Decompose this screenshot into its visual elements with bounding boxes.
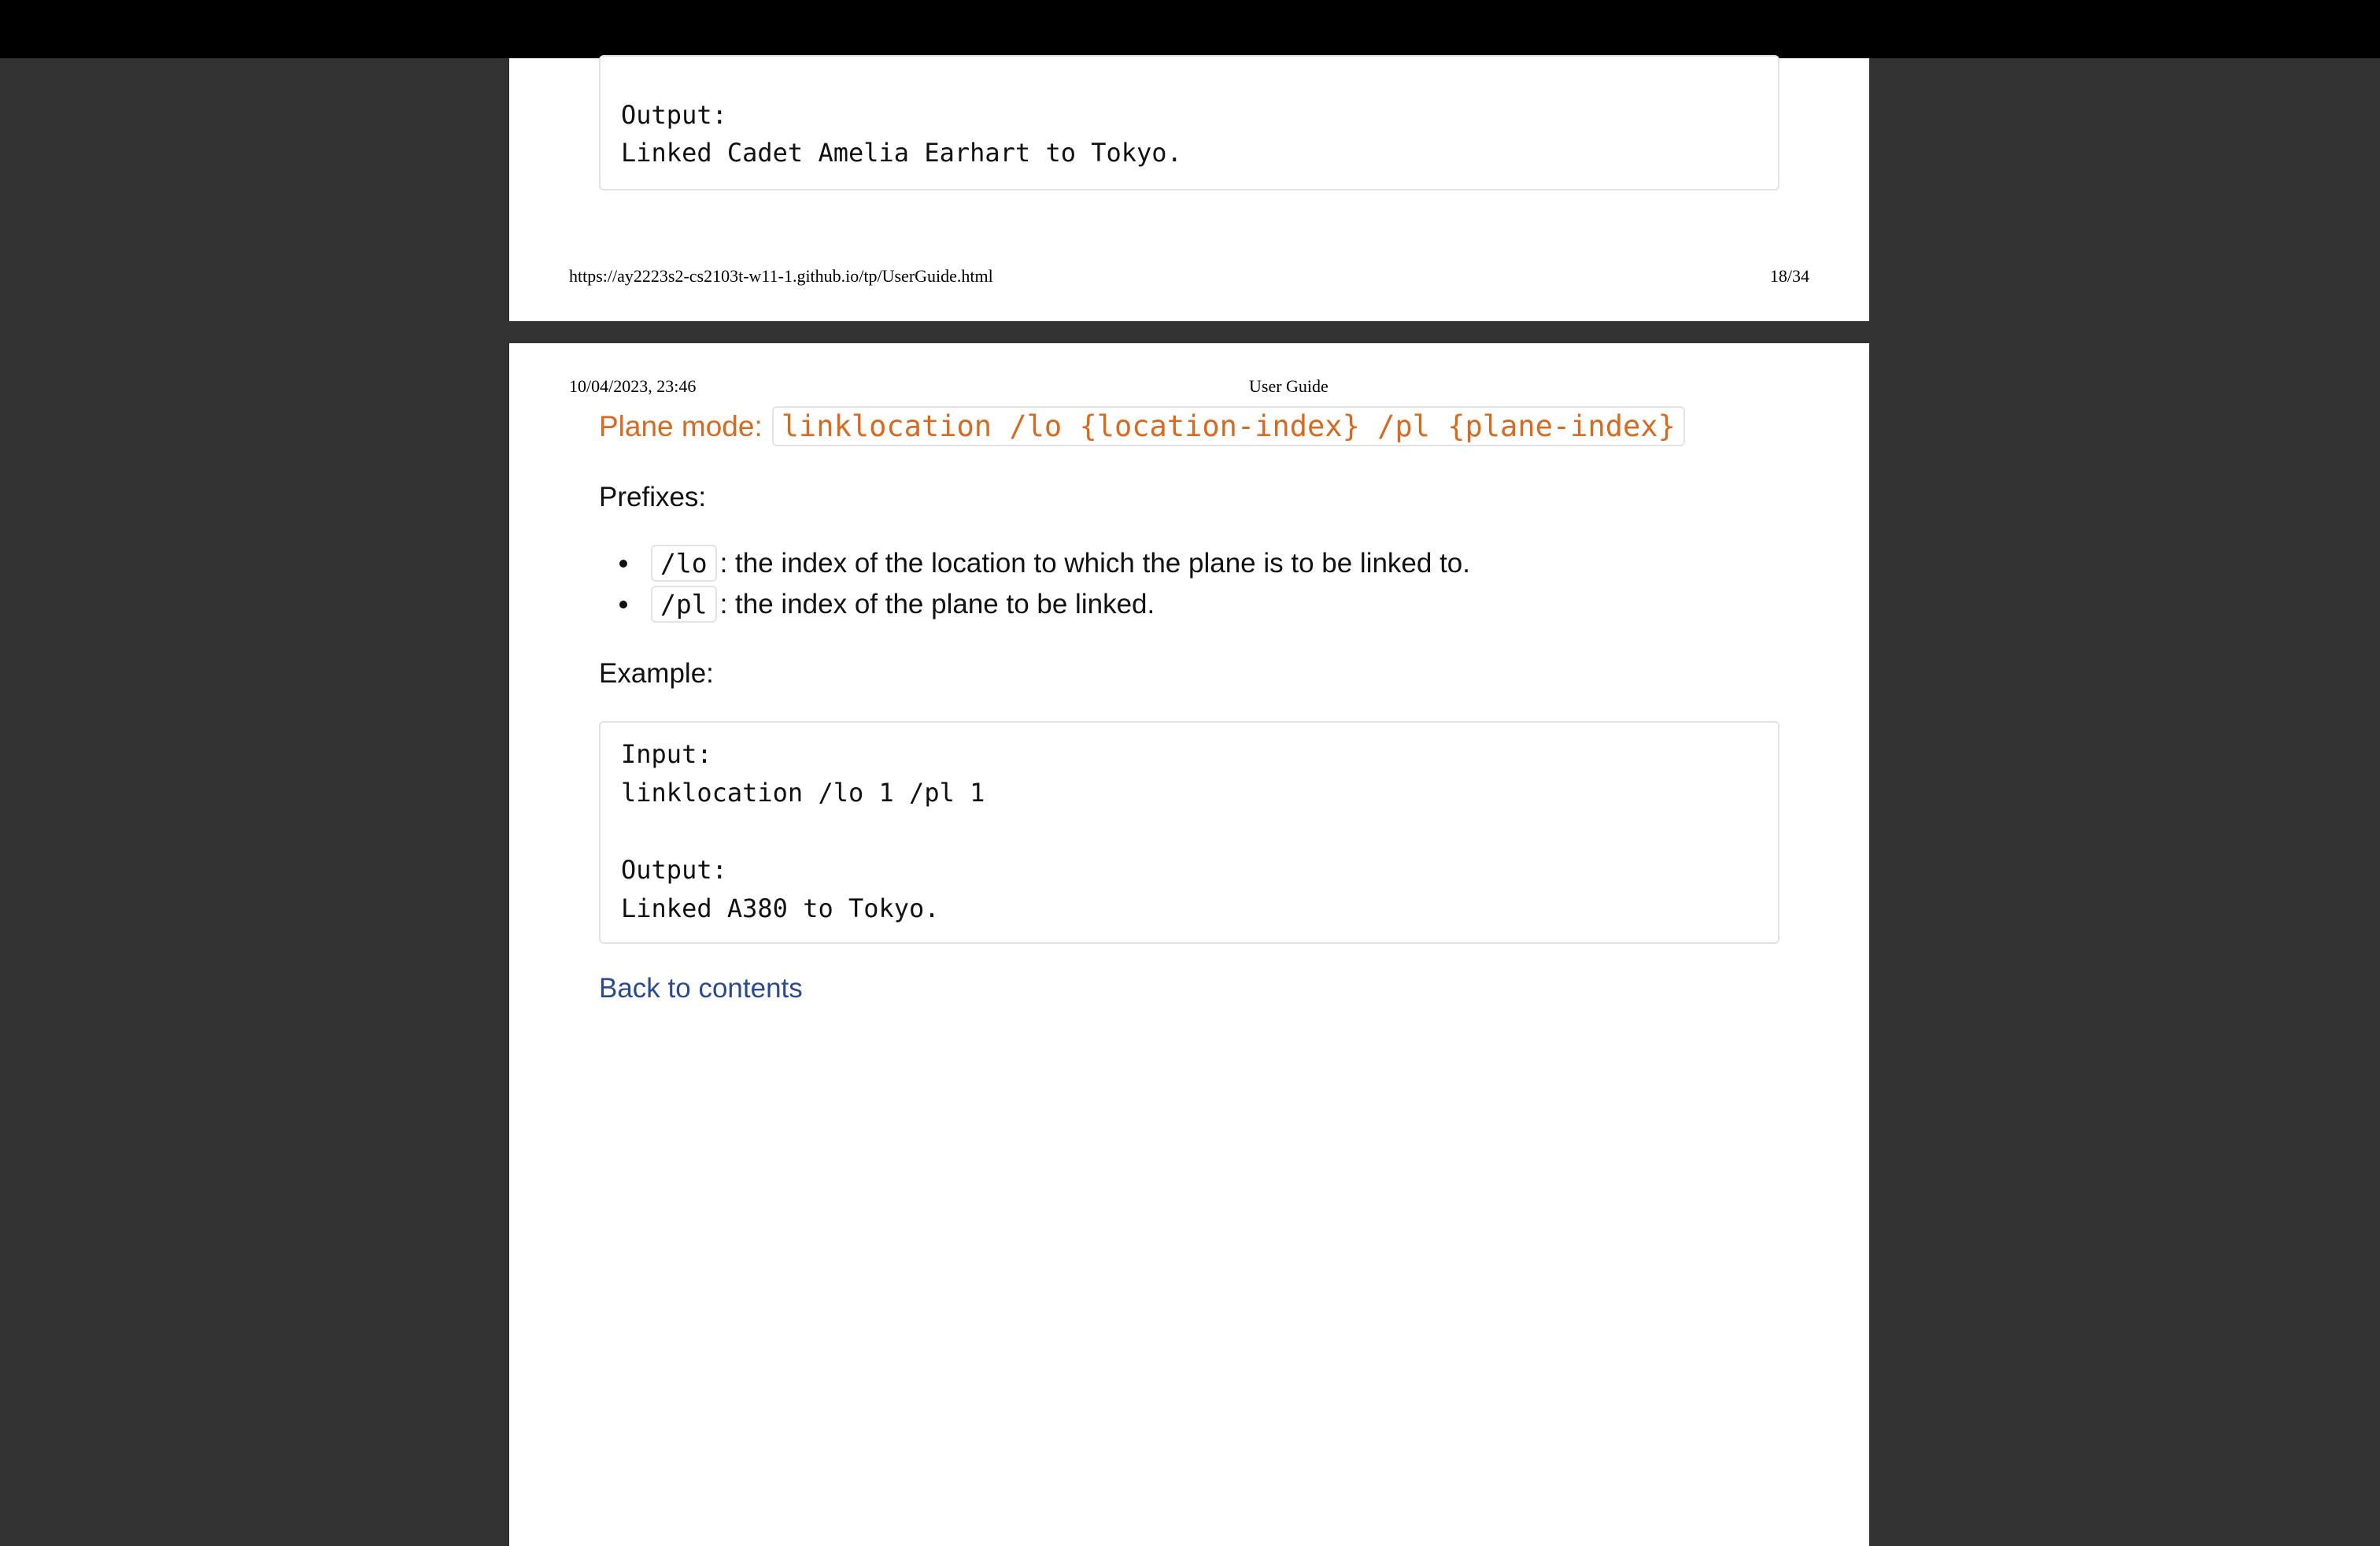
code-input-label: Input: [621,739,712,769]
code-block-example: Input: linklocation /lo 1 /pl 1 Output: … [599,721,1779,944]
code-output-text: Linked A380 to Tokyo. [621,893,940,923]
list-item: /lo : the index of the location to which… [619,545,1470,582]
page-header-title: User Guide [1249,376,1329,396]
section-heading-plane-mode: Plane mode: linklocation /lo {location-i… [599,406,1685,446]
bullet-icon [619,600,627,608]
page-footer-number: 18/34 [1769,266,1809,286]
page-footer-url: https://ay2223s2-cs2103t-w11-1.github.io… [569,266,993,286]
list-item: /pl : the index of the plane to be linke… [619,586,1155,623]
example-label: Example: [599,658,714,689]
code-block-output: Output: Linked Cadet Amelia Earhart to T… [599,55,1779,190]
code-output-label: Output: [621,855,727,885]
prefix-code: /lo [651,545,717,582]
page-header-date: 10/04/2023, 23:46 [569,376,697,396]
viewer-top-bar [0,0,2380,58]
pdf-page-19: 10/04/2023, 23:46 User Guide Plane mode:… [509,343,1869,1546]
prefixes-label: Prefixes: [599,482,707,512]
prefix-description: : the index of the location to which the… [719,547,1471,579]
code-input-text: linklocation /lo 1 /pl 1 [621,778,985,808]
bullet-icon [619,559,627,568]
heading-label: Plane mode: [599,409,763,442]
code-output-label: Output: [621,100,727,130]
pdf-page-18: Output: Linked Cadet Amelia Earhart to T… [509,55,1869,321]
prefix-description: : the index of the plane to be linked. [719,588,1155,620]
heading-command-code: linklocation /lo {location-index} /pl {p… [771,406,1685,446]
back-to-contents-link[interactable]: Back to contents [599,973,803,1004]
code-output-text: Linked Cadet Amelia Earhart to Tokyo. [621,138,1182,168]
prefix-code: /pl [651,586,717,623]
